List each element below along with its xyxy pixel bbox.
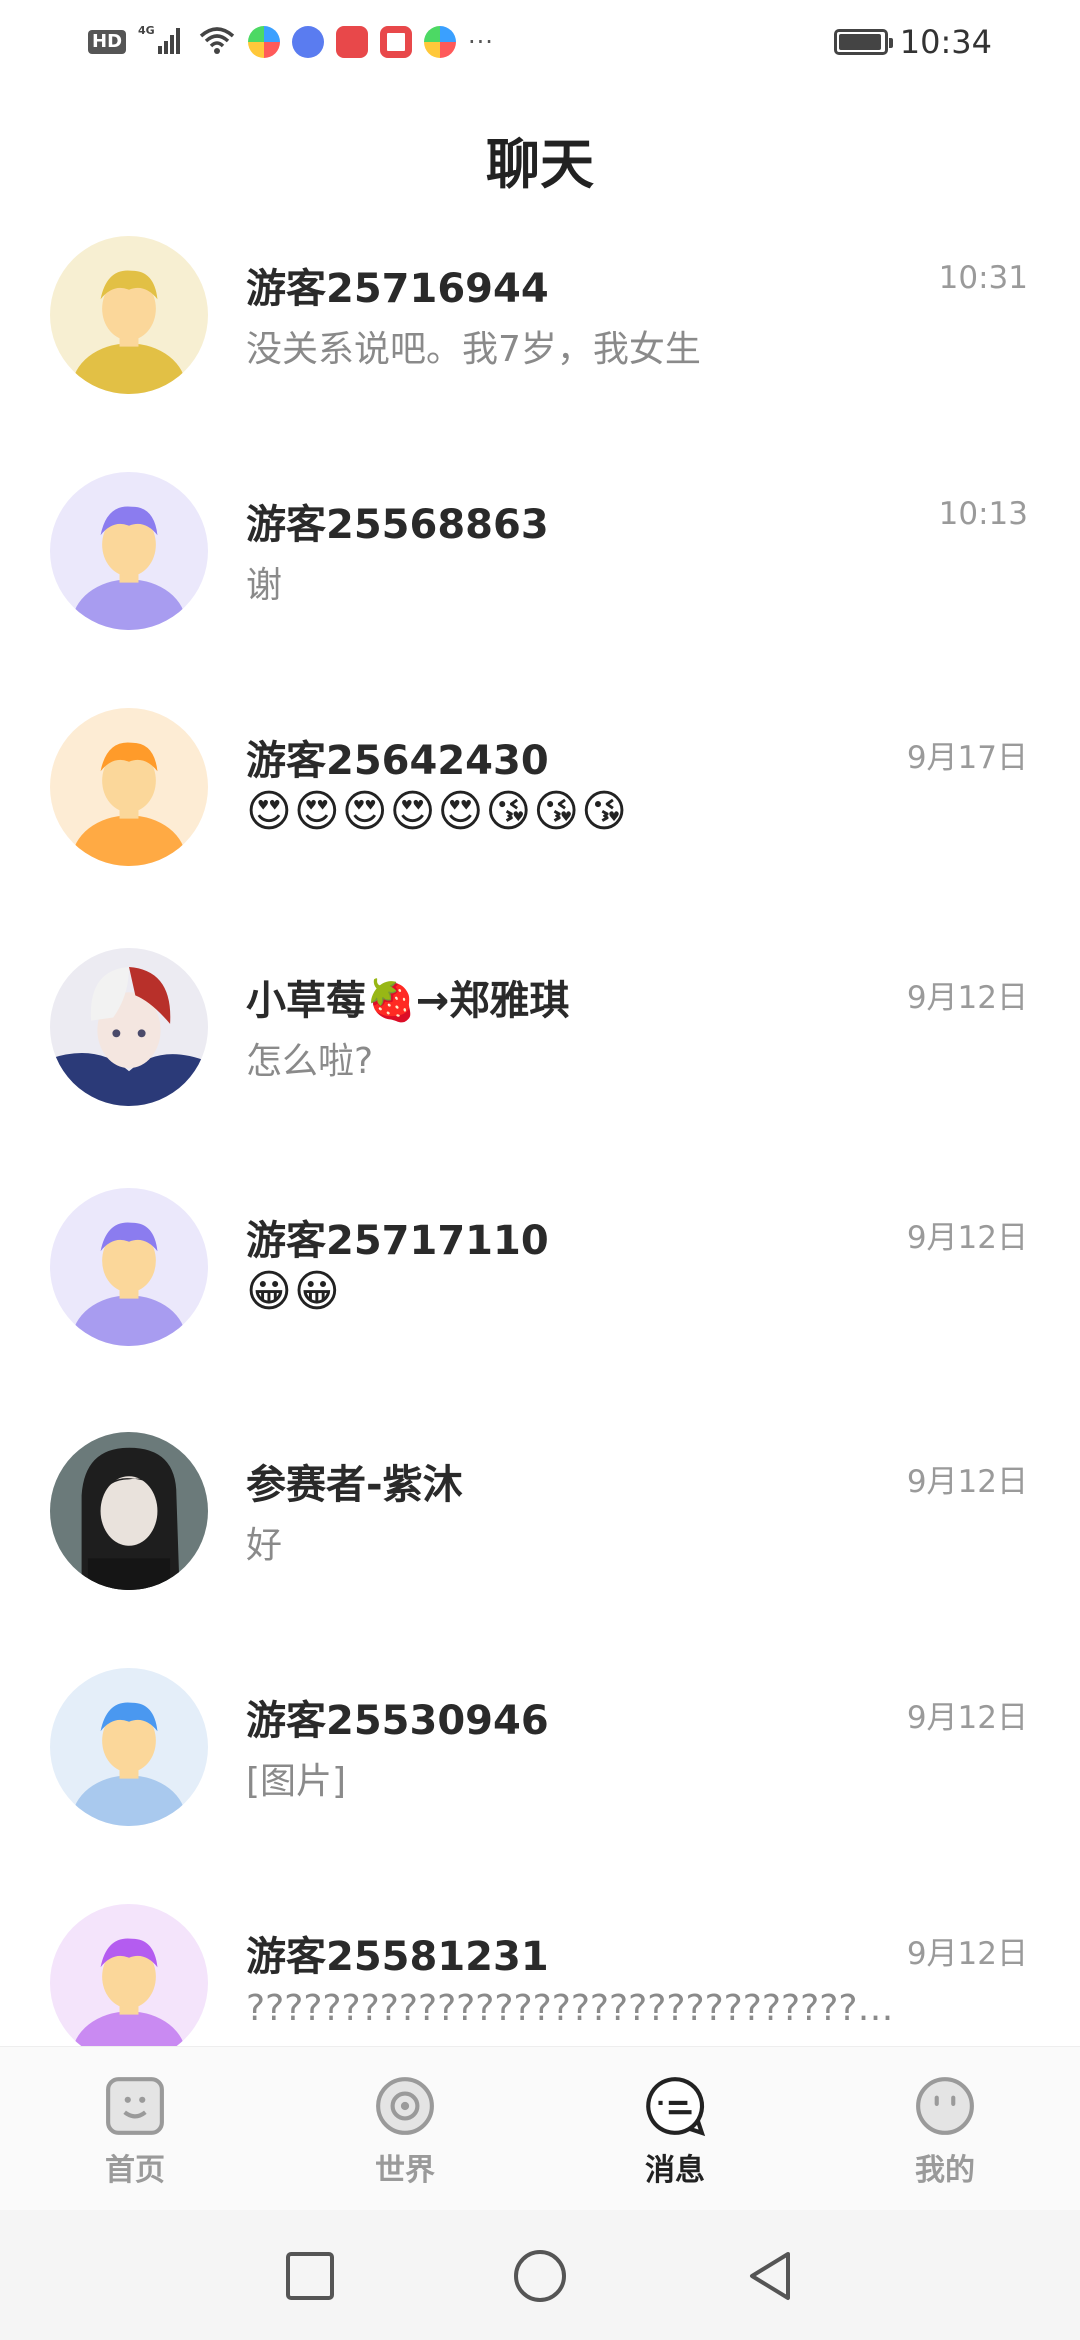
- avatar[interactable]: [50, 948, 208, 1106]
- back-triangle-icon[interactable]: [740, 2246, 800, 2306]
- avatar[interactable]: [50, 472, 208, 630]
- page-title: 聊天: [486, 133, 594, 196]
- chat-item[interactable]: 小草莓🍓→郑雅琪 怎么啦? 9月12日: [0, 932, 1080, 1168]
- chat-name: 游客25717110: [246, 1218, 549, 1264]
- chat-name: 小草莓🍓→郑雅琪: [246, 978, 570, 1024]
- chat-time: 9月12日: [906, 980, 1028, 1016]
- chat-item[interactable]: 游客25530946 [图片] 9月12日: [0, 1652, 1080, 1888]
- tab-label: 世界: [375, 2153, 435, 2188]
- profile-face-icon: [916, 2077, 974, 2135]
- tab-home[interactable]: 首页: [60, 2075, 210, 2195]
- chat-time: 9月17日: [906, 740, 1028, 776]
- tab-world[interactable]: 世界: [330, 2075, 480, 2195]
- svg-text:4G: 4G: [138, 24, 155, 37]
- hd-badge: HD: [88, 30, 127, 54]
- avatar[interactable]: [50, 1668, 208, 1826]
- reader-icon: [380, 26, 413, 58]
- chat-item[interactable]: 游客25642430 😍😍😍😍😍😘😘😘 9月17日: [0, 692, 1080, 928]
- tab-label: 消息: [645, 2153, 705, 2188]
- wifi-icon: [198, 24, 236, 60]
- tab-messages[interactable]: 消息: [600, 2075, 750, 2195]
- status-left: HD 4G ···: [88, 22, 494, 62]
- chat-message: 谢: [246, 565, 283, 606]
- home-face-icon: [106, 2077, 164, 2135]
- chat-list[interactable]: 游客25716944 没关系说吧。我7岁，我女生 10:31 游客2556886…: [0, 220, 1080, 2046]
- chat-item[interactable]: 游客25717110 😀😀 9月12日: [0, 1172, 1080, 1408]
- battery-icon: [833, 29, 893, 55]
- chat-message: 😀😀: [246, 1266, 342, 1317]
- chat-time: 9月12日: [906, 1700, 1028, 1736]
- chat-name: 游客25716944: [246, 266, 549, 312]
- status-time: 10:34: [899, 23, 992, 61]
- chat-time: 10:31: [938, 260, 1028, 296]
- avatar[interactable]: [50, 1904, 208, 2046]
- tab-label: 首页: [105, 2153, 165, 2188]
- chat-message: ???????????????????????????????????...: [246, 1988, 906, 2029]
- huawei-store-icon: [336, 26, 369, 58]
- chat-name: 参赛者-紫沐: [246, 1462, 463, 1508]
- chat-item[interactable]: 游客25716944 没关系说吧。我7岁，我女生 10:31: [0, 220, 1080, 456]
- chat-time: 10:13: [938, 496, 1028, 532]
- avatar[interactable]: [50, 1188, 208, 1346]
- avatar[interactable]: [50, 236, 208, 394]
- tab-profile[interactable]: 我的: [870, 2075, 1020, 2195]
- status-bar: HD 4G ··· 10:34: [0, 0, 1080, 84]
- chat-name: 游客25642430: [246, 738, 549, 784]
- avatar[interactable]: [50, 708, 208, 866]
- chat-message: 没关系说吧。我7岁，我女生: [246, 329, 701, 370]
- more-notifications-icon: ···: [468, 28, 494, 56]
- avatar[interactable]: [50, 1432, 208, 1590]
- app-icon: [248, 26, 281, 58]
- chat-message: [图片]: [246, 1761, 347, 1802]
- chat-item[interactable]: 游客25581231 ?????????????????????????????…: [0, 1888, 1080, 2046]
- chat-message: 好: [246, 1525, 283, 1566]
- recents-square-icon[interactable]: [280, 2246, 340, 2306]
- chat-name: 游客25581231: [246, 1934, 549, 1980]
- chat-item[interactable]: 游客25568863 谢 10:13: [0, 456, 1080, 692]
- chat-time: 9月12日: [906, 1936, 1028, 1972]
- home-circle-icon[interactable]: [510, 2246, 570, 2306]
- chat-message: 😍😍😍😍😍😘😘😘: [246, 786, 629, 837]
- chat-item[interactable]: 参赛者-紫沐 好 9月12日: [0, 1416, 1080, 1652]
- tab-label: 我的: [915, 2153, 975, 2188]
- chat-time: 9月12日: [906, 1464, 1028, 1500]
- app-icon: [424, 26, 457, 58]
- status-right: 10:34: [833, 20, 992, 64]
- chat-name: 游客25530946: [246, 1698, 549, 1744]
- bottom-tab-bar: 首页 世界 消息 我的: [0, 2046, 1080, 2210]
- system-nav-bar: [0, 2210, 1080, 2340]
- chat-time: 9月12日: [906, 1220, 1028, 1256]
- music-icon: [292, 26, 325, 58]
- chat-message: 怎么啦?: [246, 1041, 374, 1082]
- signal-icon: 4G: [138, 24, 186, 60]
- world-ring-icon: [376, 2077, 434, 2135]
- message-bubble-icon: [646, 2077, 706, 2137]
- chat-name: 游客25568863: [246, 502, 549, 548]
